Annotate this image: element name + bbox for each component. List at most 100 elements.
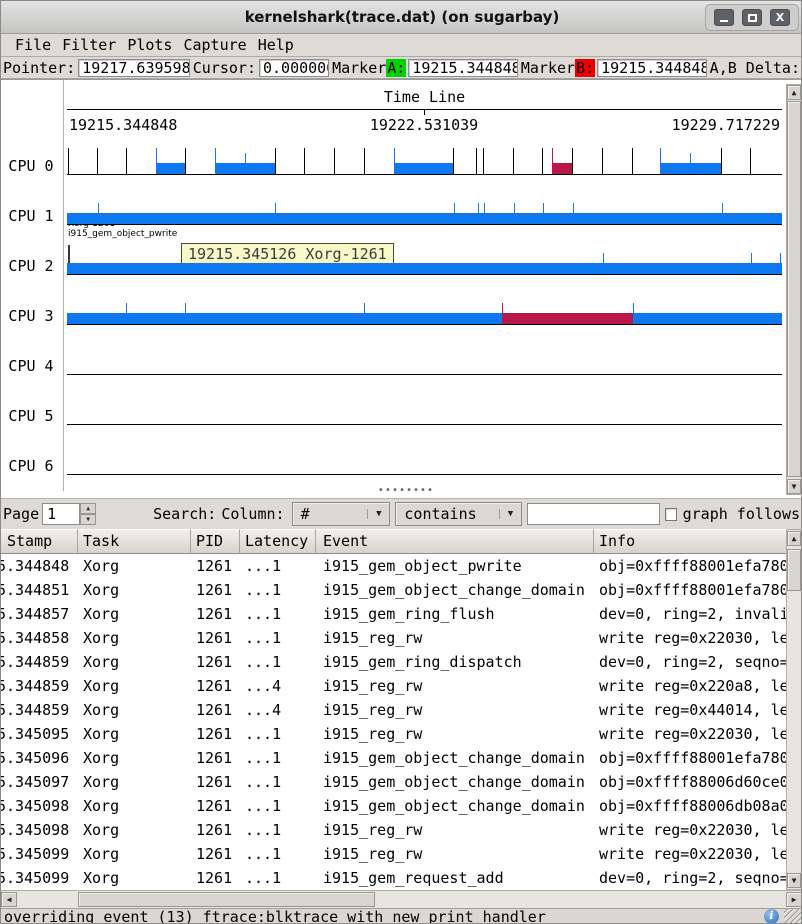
menu-item-plots[interactable]: Plots bbox=[127, 35, 172, 55]
cell-pid: 1261 bbox=[191, 674, 240, 698]
hscrollbar-thumb[interactable] bbox=[78, 892, 375, 907]
resize-grip[interactable] bbox=[784, 909, 801, 924]
timeline-plot[interactable]: Time Line 19215.344848 19222.531039 1922… bbox=[67, 80, 782, 491]
menu-item-capture[interactable]: Capture bbox=[183, 35, 246, 55]
cell-stamp: 5.345098 bbox=[1, 818, 78, 842]
maximize-button[interactable] bbox=[742, 9, 762, 26]
cell-stamp: 5.344859 bbox=[1, 674, 78, 698]
pane-splitter-handle[interactable]: •••••••• bbox=[376, 488, 436, 494]
graph-vscrollbar[interactable]: ▲ ▼ bbox=[786, 84, 802, 495]
cell-event: i915_gem_request_add bbox=[316, 866, 594, 890]
titlebar[interactable]: kernelshark(trace.dat) (on sugarbay) X bbox=[1, 1, 802, 34]
graph-scroll-down-icon[interactable]: ▼ bbox=[787, 479, 801, 494]
column-select[interactable]: # ▼ bbox=[292, 502, 391, 526]
table-row[interactable]: 5.345098Xorg1261...1i915_gem_object_chan… bbox=[1, 794, 787, 818]
axis-label-center: 19222.531039 bbox=[370, 116, 478, 134]
table-scroll-up-icon[interactable]: ▲ bbox=[787, 531, 801, 546]
cell-event: i915_gem_object_pwrite bbox=[316, 554, 594, 578]
cell-task: Xorg bbox=[78, 626, 191, 650]
search-input[interactable] bbox=[527, 503, 660, 525]
cell-pid: 1261 bbox=[191, 650, 240, 674]
cell-task: Xorg bbox=[78, 650, 191, 674]
column-header-task[interactable]: Task bbox=[78, 529, 191, 554]
table-hscrollbar[interactable]: ◀ ▶ bbox=[1, 890, 802, 908]
table-row[interactable]: 5.344859Xorg1261...4i915_reg_rwwrite reg… bbox=[1, 674, 787, 698]
cell-info: write reg=0x220a8, le bbox=[594, 674, 787, 698]
cell-latency: ...1 bbox=[240, 602, 316, 626]
cell-pid: 1261 bbox=[191, 554, 240, 578]
cpu-3-event-tick bbox=[364, 303, 365, 313]
page-spin-down-icon[interactable]: ▼ bbox=[80, 514, 96, 525]
cell-task: Xorg bbox=[78, 578, 191, 602]
cpu-0-event-tick bbox=[721, 148, 722, 174]
scroll-right-icon[interactable]: ▶ bbox=[786, 892, 802, 907]
cell-event: i915_reg_rw bbox=[316, 722, 594, 746]
cpu-0-event-tick bbox=[602, 148, 603, 174]
column-header-event[interactable]: Event bbox=[316, 529, 594, 554]
graph-scroll-up-icon[interactable]: ▲ bbox=[787, 85, 801, 100]
table-row[interactable]: 5.344857Xorg1261...1i915_gem_ring_flushd… bbox=[1, 602, 787, 626]
cpu-0-event-tick bbox=[156, 148, 157, 174]
cpu-label-column: CPU 0CPU 1CPU 2CPU 3CPU 4CPU 5CPU 6 bbox=[1, 80, 64, 491]
cell-stamp: 5.344848 bbox=[1, 554, 78, 578]
table-row[interactable]: 5.344858Xorg1261...1i915_reg_rwwrite reg… bbox=[1, 626, 787, 650]
cell-info: obj=0xffff88001efa780 bbox=[594, 746, 787, 770]
table-row[interactable]: 5.345095Xorg1261...1i915_reg_rwwrite reg… bbox=[1, 722, 787, 746]
cell-stamp: 5.344858 bbox=[1, 626, 78, 650]
table-row[interactable]: 5.345097Xorg1261...1i915_gem_object_chan… bbox=[1, 770, 787, 794]
cell-info: write reg=0x44014, le bbox=[594, 698, 787, 722]
table-row[interactable]: 5.344859Xorg1261...4i915_reg_rwwrite reg… bbox=[1, 698, 787, 722]
cell-info: obj=0xffff88006d60ce0 bbox=[594, 770, 787, 794]
menu-item-help[interactable]: Help bbox=[258, 35, 294, 55]
timeline-title: Time Line bbox=[67, 88, 782, 106]
cpu-label-6: CPU 6 bbox=[1, 457, 61, 475]
menu-item-filter[interactable]: Filter bbox=[62, 35, 116, 55]
cpu-label-3: CPU 3 bbox=[1, 307, 61, 325]
cpu-0-event-tick bbox=[185, 148, 186, 174]
cell-pid: 1261 bbox=[191, 578, 240, 602]
column-header-info[interactable]: Info bbox=[594, 529, 787, 554]
info-icon: i bbox=[764, 909, 779, 924]
column-header-pid[interactable]: PID bbox=[191, 529, 240, 554]
table-row[interactable]: 5.345098Xorg1261...1i915_reg_rwwrite reg… bbox=[1, 818, 787, 842]
table-body: 5.344848Xorg1261...1i915_gem_object_pwri… bbox=[1, 554, 787, 890]
menu-item-file[interactable]: File bbox=[15, 35, 51, 55]
cpu-0-baseline bbox=[67, 174, 782, 175]
cell-info: dev=0, ring=2, seqno= bbox=[594, 650, 787, 674]
cpu-0-event-tick bbox=[334, 148, 335, 174]
status-text: overriding event (13) ftrace:blktrace wi… bbox=[4, 908, 546, 924]
table-row[interactable]: 5.345099Xorg1261...1i915_gem_request_add… bbox=[1, 866, 787, 890]
cell-stamp: 5.345095 bbox=[1, 722, 78, 746]
close-button[interactable]: X bbox=[770, 9, 790, 26]
page-spin-up-icon[interactable]: ▲ bbox=[80, 503, 96, 514]
cpu-0-event-tick bbox=[304, 148, 305, 174]
table-scroll-down-icon[interactable]: ▼ bbox=[787, 873, 801, 888]
graph-follows-checkbox[interactable] bbox=[665, 508, 676, 521]
cpu-1-event-tick bbox=[722, 203, 723, 213]
axis-label-left: 19215.344848 bbox=[69, 116, 177, 134]
cell-info: write reg=0x22030, le bbox=[594, 722, 787, 746]
table-vscrollbar-thumb[interactable] bbox=[787, 549, 801, 591]
column-header-latency[interactable]: Latency bbox=[240, 529, 316, 554]
table-row[interactable]: 5.344848Xorg1261...1i915_gem_object_pwri… bbox=[1, 554, 787, 578]
cpu-3-event-tick bbox=[633, 303, 634, 313]
table-vscrollbar[interactable]: ▲ ▼ bbox=[786, 529, 802, 890]
marker-info-bar: Pointer: 19217.639598 Cursor: 0.000000 M… bbox=[1, 57, 802, 79]
cell-info: dev=0, ring=2, seqno= bbox=[594, 866, 787, 890]
table-row[interactable]: 5.345096Xorg1261...1i915_gem_object_chan… bbox=[1, 746, 787, 770]
minimize-button[interactable] bbox=[714, 9, 734, 26]
cpu-1-event-tick bbox=[484, 203, 485, 213]
table-row[interactable]: 5.344851Xorg1261...1i915_gem_object_chan… bbox=[1, 578, 787, 602]
table-row[interactable]: 5.345099Xorg1261...1i915_reg_rwwrite reg… bbox=[1, 842, 787, 866]
match-select[interactable]: contains ▼ bbox=[395, 502, 522, 526]
column-header-stamp[interactable]: Stamp bbox=[1, 529, 78, 554]
table-row[interactable]: 5.344859Xorg1261...1i915_gem_ring_dispat… bbox=[1, 650, 787, 674]
column-label: Column: bbox=[221, 505, 284, 523]
page-input[interactable]: 1 bbox=[42, 503, 80, 525]
cell-stamp: 5.345099 bbox=[1, 842, 78, 866]
graph-vscrollbar-thumb[interactable] bbox=[787, 101, 801, 477]
cpu-3-baseline bbox=[67, 324, 782, 325]
menubar: File Filter Plots Capture Help bbox=[1, 34, 802, 57]
cpu-3-event-tick bbox=[185, 303, 186, 313]
scroll-left-icon[interactable]: ◀ bbox=[1, 892, 17, 907]
